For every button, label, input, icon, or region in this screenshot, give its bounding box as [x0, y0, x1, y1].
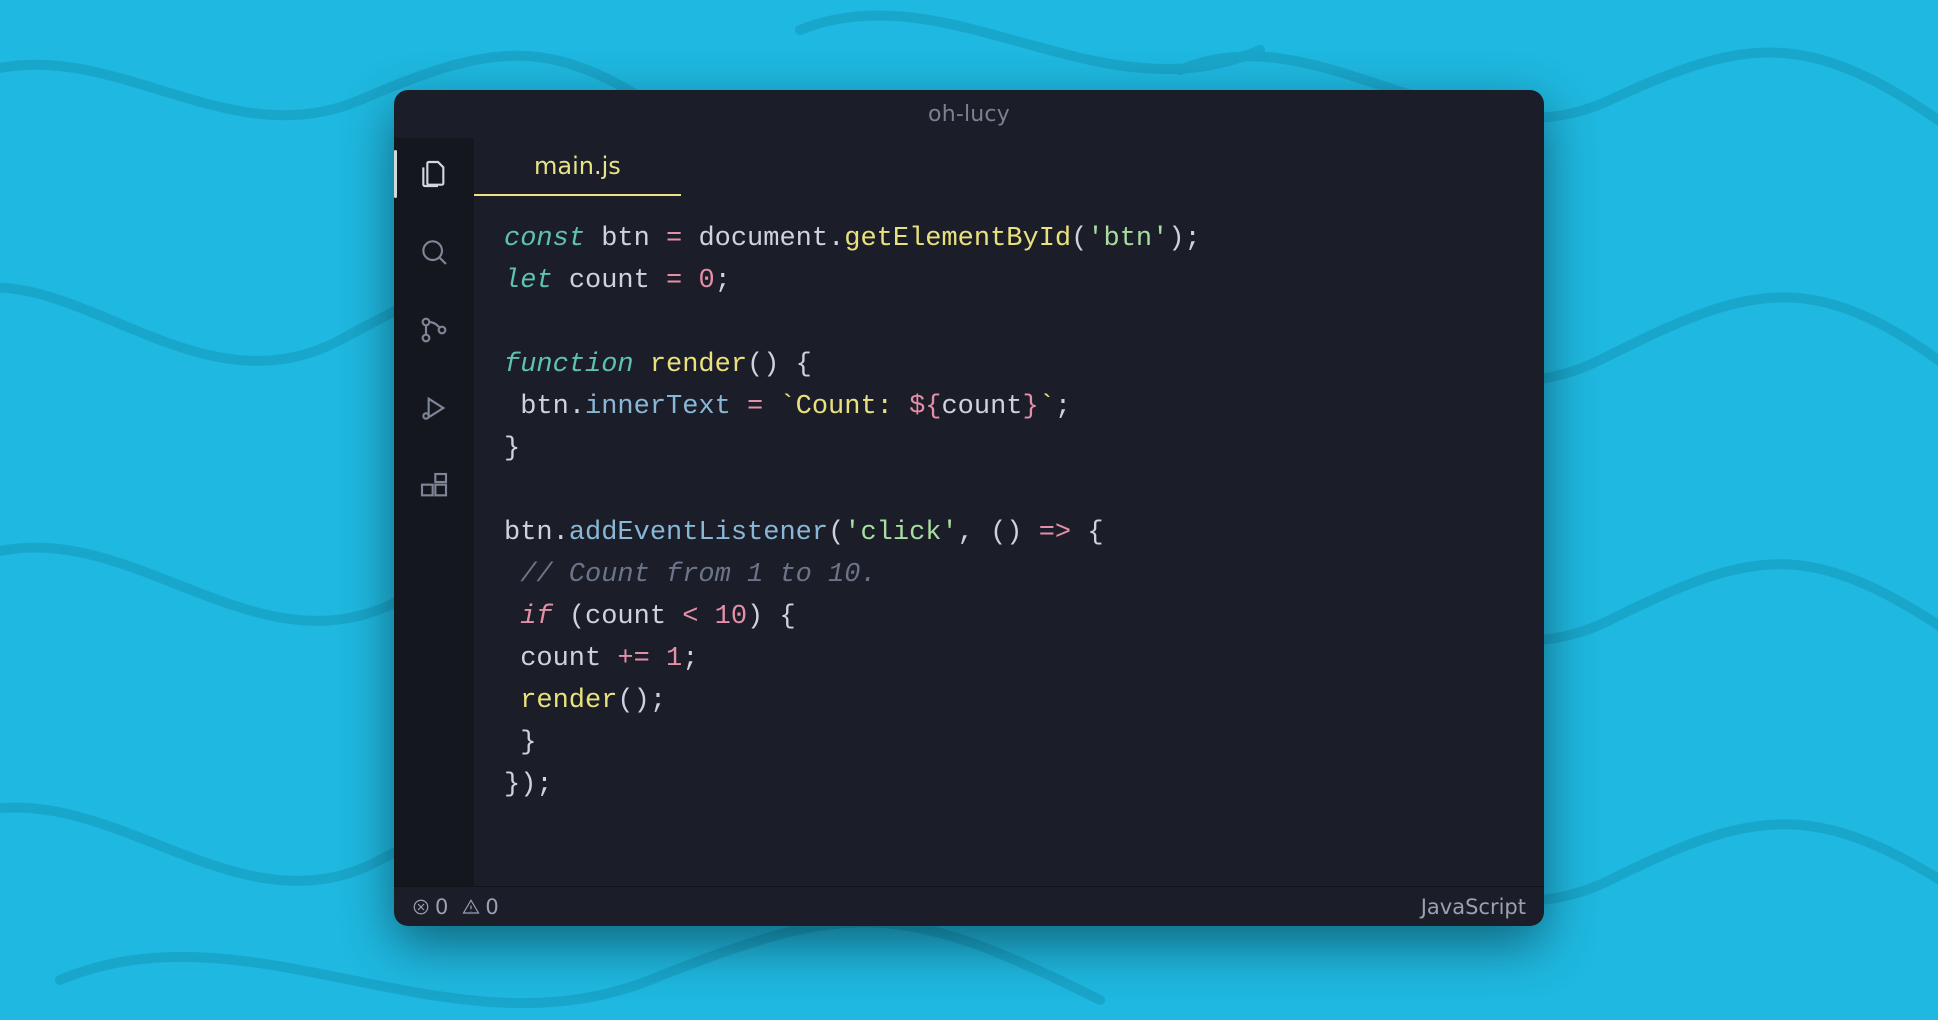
punctuation: ( [1071, 224, 1087, 254]
error-icon [412, 898, 430, 916]
punctuation: ; [715, 266, 731, 296]
identifier: btn [504, 518, 553, 548]
number: 0 [698, 266, 714, 296]
punctuation: ; [682, 644, 698, 674]
identifier: btn [601, 224, 650, 254]
punctuation: { [1087, 518, 1103, 548]
function-call: getElementById [844, 224, 1071, 254]
string: 'btn' [1087, 224, 1168, 254]
function-name: render [650, 350, 747, 380]
operator: = [747, 392, 763, 422]
status-bar: 0 0 JavaScript [394, 886, 1544, 926]
operator: += [617, 644, 649, 674]
punctuation: { [796, 350, 812, 380]
identifier: document [698, 224, 828, 254]
punctuation: ( [747, 350, 763, 380]
punctuation: ) [1006, 518, 1022, 548]
status-errors[interactable]: 0 [412, 895, 448, 919]
property: innerText [585, 392, 731, 422]
source-control-icon[interactable] [416, 312, 452, 348]
operator: = [666, 224, 682, 254]
punctuation: ) [747, 602, 763, 632]
identifier: count [520, 644, 601, 674]
status-warnings[interactable]: 0 [462, 895, 498, 919]
keyword: function [504, 350, 634, 380]
function-call: render [520, 686, 617, 716]
arrow: => [1039, 518, 1071, 548]
backtick: ` [779, 392, 795, 422]
punctuation: ; [1055, 392, 1071, 422]
number: 10 [715, 602, 747, 632]
editor-main: main.js const btn = document.getElementB… [474, 138, 1544, 886]
punctuation: } [504, 770, 520, 800]
editor-window: oh-lucy main.js [394, 90, 1544, 926]
operator: < [682, 602, 698, 632]
punctuation: { [779, 602, 795, 632]
punctuation: ) [1168, 224, 1184, 254]
warning-count: 0 [485, 895, 498, 919]
comment: // Count from 1 to 10. [520, 560, 876, 590]
language-label: JavaScript [1421, 895, 1526, 919]
identifier: count [941, 392, 1022, 422]
punctuation: ( [617, 686, 633, 716]
window-title: oh-lucy [928, 102, 1010, 127]
number: 1 [666, 644, 682, 674]
operator: = [666, 266, 682, 296]
files-icon[interactable] [416, 156, 452, 192]
backtick: ` [1039, 392, 1055, 422]
punctuation: ; [1185, 224, 1201, 254]
activity-bar [394, 138, 474, 886]
punctuation: ( [569, 602, 585, 632]
punctuation: ( [828, 518, 844, 548]
window-titlebar: oh-lucy [394, 90, 1544, 138]
error-count: 0 [435, 895, 448, 919]
method: addEventListener [569, 518, 828, 548]
identifier: count [569, 266, 650, 296]
code-editor[interactable]: const btn = document.getElementById('btn… [474, 196, 1544, 886]
search-icon[interactable] [416, 234, 452, 270]
punctuation: , [958, 518, 974, 548]
keyword: let [504, 266, 553, 296]
status-language[interactable]: JavaScript [1421, 895, 1526, 919]
punctuation: ; [650, 686, 666, 716]
tab-bar: main.js [474, 138, 1544, 196]
interp-close: } [1023, 392, 1039, 422]
template-string: Count: [796, 392, 909, 422]
punctuation: } [520, 728, 536, 758]
punctuation: ( [990, 518, 1006, 548]
identifier: btn [520, 392, 569, 422]
punctuation: ) [634, 686, 650, 716]
identifier: count [585, 602, 666, 632]
keyword: const [504, 224, 585, 254]
run-debug-icon[interactable] [416, 390, 452, 426]
punctuation: ; [536, 770, 552, 800]
punctuation: . [569, 392, 585, 422]
tab-label: main.js [534, 152, 621, 180]
editor-body: main.js const btn = document.getElementB… [394, 138, 1544, 886]
interp-open: ${ [909, 392, 941, 422]
punctuation: . [553, 518, 569, 548]
punctuation: . [828, 224, 844, 254]
punctuation: ) [763, 350, 779, 380]
warning-icon [462, 898, 480, 916]
extensions-icon[interactable] [416, 468, 452, 504]
punctuation: } [504, 434, 520, 464]
keyword: if [520, 602, 552, 632]
punctuation: ) [520, 770, 536, 800]
string: 'click' [844, 518, 957, 548]
tab-main-js[interactable]: main.js [474, 138, 681, 196]
